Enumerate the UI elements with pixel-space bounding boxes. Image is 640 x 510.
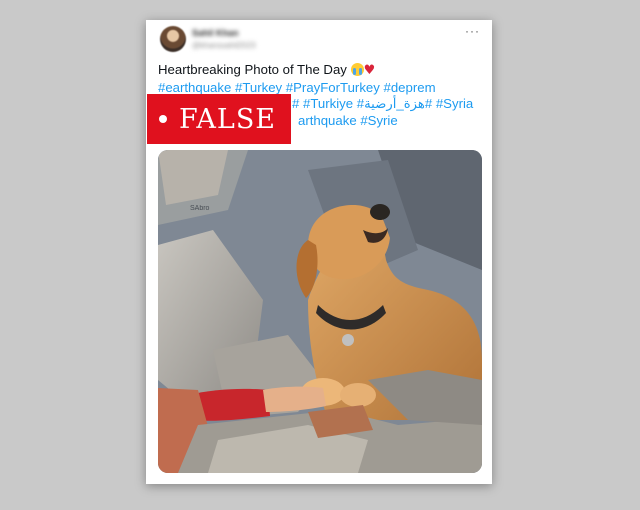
bullet-icon — [159, 115, 167, 123]
tweet-photo[interactable]: SAbro — [158, 150, 482, 473]
false-rating-text: FALSE — [179, 103, 277, 135]
handle[interactable]: @khanssahil2023 — [192, 41, 256, 50]
tweet-headline: Heartbreaking Photo of The Day — [158, 62, 347, 77]
author-block: Sahil Khan @khanssahil2023 — [192, 28, 256, 50]
more-icon[interactable]: ··· — [465, 24, 480, 38]
avatar[interactable] — [160, 26, 186, 52]
loudly-crying-face-icon — [350, 63, 364, 76]
tweet-line-1: Heartbreaking Photo of The Day ♥ — [158, 62, 484, 80]
false-rating-label: FALSE — [147, 94, 291, 144]
display-name[interactable]: Sahil Khan — [192, 28, 256, 38]
broken-heart-icon: ♥ — [363, 63, 376, 78]
photo-watermark: SAbro — [190, 205, 210, 212]
dog-in-rubble-image — [158, 150, 482, 473]
